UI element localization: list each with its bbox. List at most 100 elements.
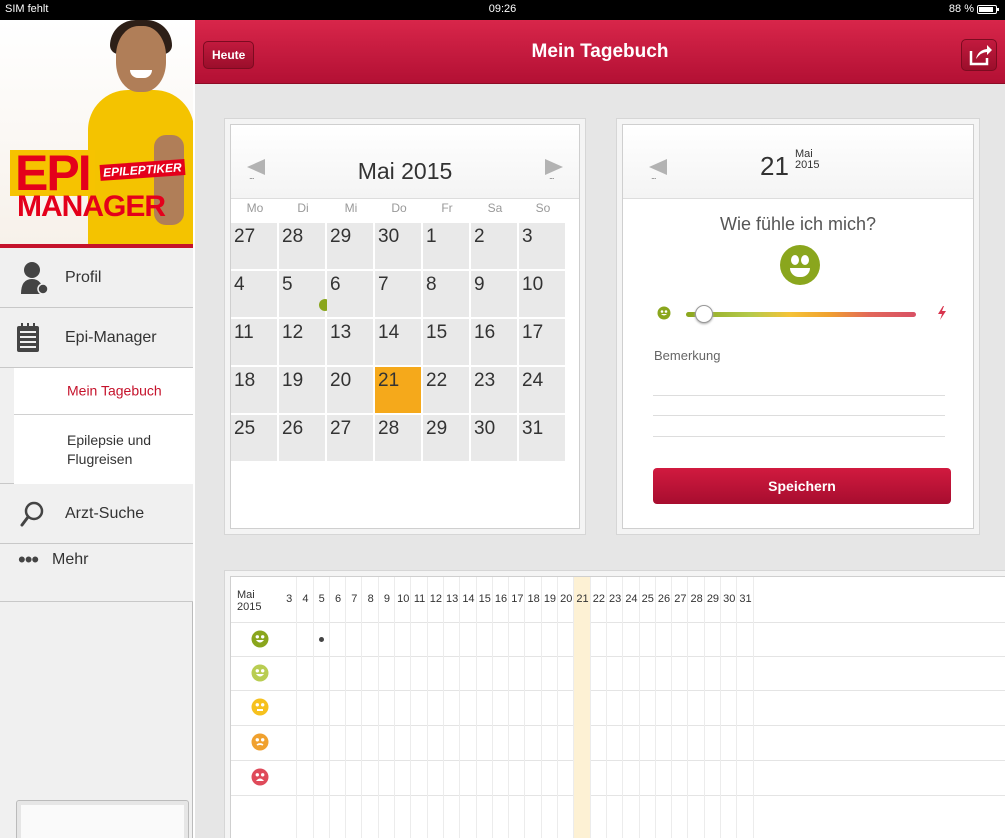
grid-day-label: 9	[383, 593, 390, 605]
grid-day-label: 14	[462, 593, 475, 605]
calendar-day[interactable]: 26	[279, 415, 326, 462]
sidebar-item-epi-manager[interactable]: Epi-Manager	[0, 308, 193, 368]
mood-date-day: 21	[760, 151, 789, 181]
calendar-day[interactable]: 16	[471, 319, 518, 366]
calendar-day[interactable]: 28	[279, 223, 326, 270]
grid-day-label: 5	[318, 593, 325, 605]
grid-day-label: 27	[674, 593, 687, 605]
calendar-day[interactable]: 29	[327, 223, 374, 270]
calendar-day[interactable]: 22	[423, 367, 470, 414]
calendar-day[interactable]: 6	[327, 271, 374, 318]
status-bar: SIM fehlt 09:26 88 %	[0, 0, 1005, 20]
sidebar-bottom-panel	[16, 800, 189, 838]
sidebar-item-profil[interactable]: Profil	[0, 248, 193, 308]
notepad-icon	[17, 322, 39, 352]
sidebar-subitem-label: Epilepsie und Flugreisen	[67, 431, 152, 467]
calendar-title: Mai 2015	[357, 158, 453, 184]
calendar-day[interactable]: 10	[519, 271, 566, 318]
happy-face-icon	[780, 245, 820, 285]
sidebar-item-label: Epi-Manager	[65, 328, 157, 346]
calendar-day[interactable]: 31	[519, 415, 566, 462]
content-area: Mai 2015 MoDiMiDoFrSaSo 2728293012345678…	[195, 84, 1005, 838]
remark-line[interactable]	[653, 436, 945, 437]
calendar-day[interactable]: 30	[375, 223, 422, 270]
grid-day-label: 18	[527, 593, 540, 605]
weekday-label: Mi	[344, 201, 358, 215]
grid-day-label: 13	[446, 593, 459, 605]
weekday-label: Mo	[246, 201, 264, 215]
sidebar-item-label: Mehr	[52, 550, 89, 568]
share-icon	[969, 45, 992, 66]
next-month-icon[interactable]	[545, 159, 563, 181]
very-good-face-icon	[251, 630, 269, 648]
neutral-face-icon	[251, 698, 269, 716]
previous-day-icon[interactable]	[649, 159, 667, 181]
lightning-icon	[938, 306, 946, 320]
calendar-day[interactable]: 3	[519, 223, 566, 270]
grid-day-label: 16	[494, 593, 508, 605]
sidebar: EPI EPILEPTIKER MANAGER Profil Epi-Manag…	[0, 20, 193, 838]
mood-question: Wie fühle ich mich?	[719, 214, 877, 234]
calendar-day[interactable]: 4	[231, 271, 278, 318]
sidebar-subitem-label: Mein Tagebuch	[67, 382, 162, 399]
calendar-day[interactable]: 11	[231, 319, 278, 366]
grid-day-label: 7	[351, 593, 358, 605]
calendar-day[interactable]: 18	[231, 367, 278, 414]
sidebar-item-mehr[interactable]: ••• Mehr	[0, 544, 193, 602]
calendar-day[interactable]: 9	[471, 271, 518, 318]
navigation-bar: Heute Mein Tagebuch	[195, 20, 1005, 84]
grid-day-label: 26	[657, 593, 671, 605]
sidebar-item-arzt-suche[interactable]: Arzt-Suche	[0, 484, 193, 544]
calendar-day[interactable]: 27	[231, 223, 278, 270]
calendar-day[interactable]: 2	[471, 223, 518, 270]
grid-day-label: 10	[397, 593, 410, 605]
mood-panel: 21 Mai2015 Wie fühle ich mich? Bemerkung…	[622, 124, 974, 529]
calendar-day[interactable]: 15	[423, 319, 470, 366]
grid-entry-dot	[319, 636, 325, 642]
weekday-label: Di	[297, 201, 309, 215]
calendar-day[interactable]: 14	[375, 319, 422, 366]
calendar-day[interactable]: 25	[231, 415, 278, 462]
grid-day-label: 30	[723, 593, 736, 605]
remark-line[interactable]	[653, 415, 945, 416]
mood-overview-grid: Mai 2015 3 4 5 6 7 8 9 10 11 12 13 14 15 16 17 18 19 20 21 2…	[230, 576, 1005, 838]
calendar-day[interactable]: 30	[471, 415, 518, 462]
calendar-day[interactable]: 1	[423, 223, 470, 270]
calendar-day[interactable]: 12	[279, 319, 326, 366]
calendar-day[interactable]: 7	[375, 271, 422, 318]
share-button[interactable]	[961, 39, 997, 71]
logo-text-manager: MANAGER	[17, 190, 166, 223]
calendar-day[interactable]: 19	[279, 367, 326, 414]
very-bad-face-icon	[251, 768, 269, 786]
sidebar-item-epilepsie-flugreisen[interactable]: Epilepsie und Flugreisen	[14, 415, 193, 484]
calendar-day[interactable]: 8	[423, 271, 470, 318]
good-face-icon	[251, 664, 269, 682]
calendar-day[interactable]: 20	[327, 367, 374, 414]
grid-day-label: 22	[592, 593, 605, 605]
grid-day-label: 4	[302, 593, 309, 605]
calendar-day[interactable]: 21	[375, 367, 422, 414]
weekday-label: Do	[391, 201, 407, 215]
mood-header: 21 Mai2015	[623, 125, 973, 199]
calendar-day[interactable]: 17	[519, 319, 566, 366]
grid-day-label: 12	[429, 593, 442, 605]
app-logo-banner: EPI EPILEPTIKER MANAGER	[0, 20, 193, 248]
calendar-day[interactable]: 23	[471, 367, 518, 414]
calendar-day[interactable]: 28	[375, 415, 422, 462]
mood-slider-knob[interactable]	[695, 305, 714, 323]
calendar-day[interactable]: 27	[327, 415, 374, 462]
grid-day-label: 19	[543, 593, 557, 605]
bad-face-icon	[251, 733, 269, 751]
grid-day-label: 17	[511, 593, 524, 605]
calendar-day[interactable]: 29	[423, 415, 470, 462]
mood-slider-track[interactable]	[686, 312, 916, 317]
save-button[interactable]: Speichern	[653, 468, 951, 504]
remark-line[interactable]	[653, 395, 945, 396]
calendar-day[interactable]: 5	[279, 271, 326, 318]
calendar-day[interactable]: 13	[327, 319, 374, 366]
sidebar-item-label: Arzt-Suche	[65, 504, 145, 522]
calendar-day[interactable]: 24	[519, 367, 566, 414]
page-title: Mein Tagebuch	[531, 41, 669, 62]
battery-icon	[977, 4, 999, 14]
sidebar-item-mein-tagebuch[interactable]: Mein Tagebuch	[14, 368, 193, 415]
